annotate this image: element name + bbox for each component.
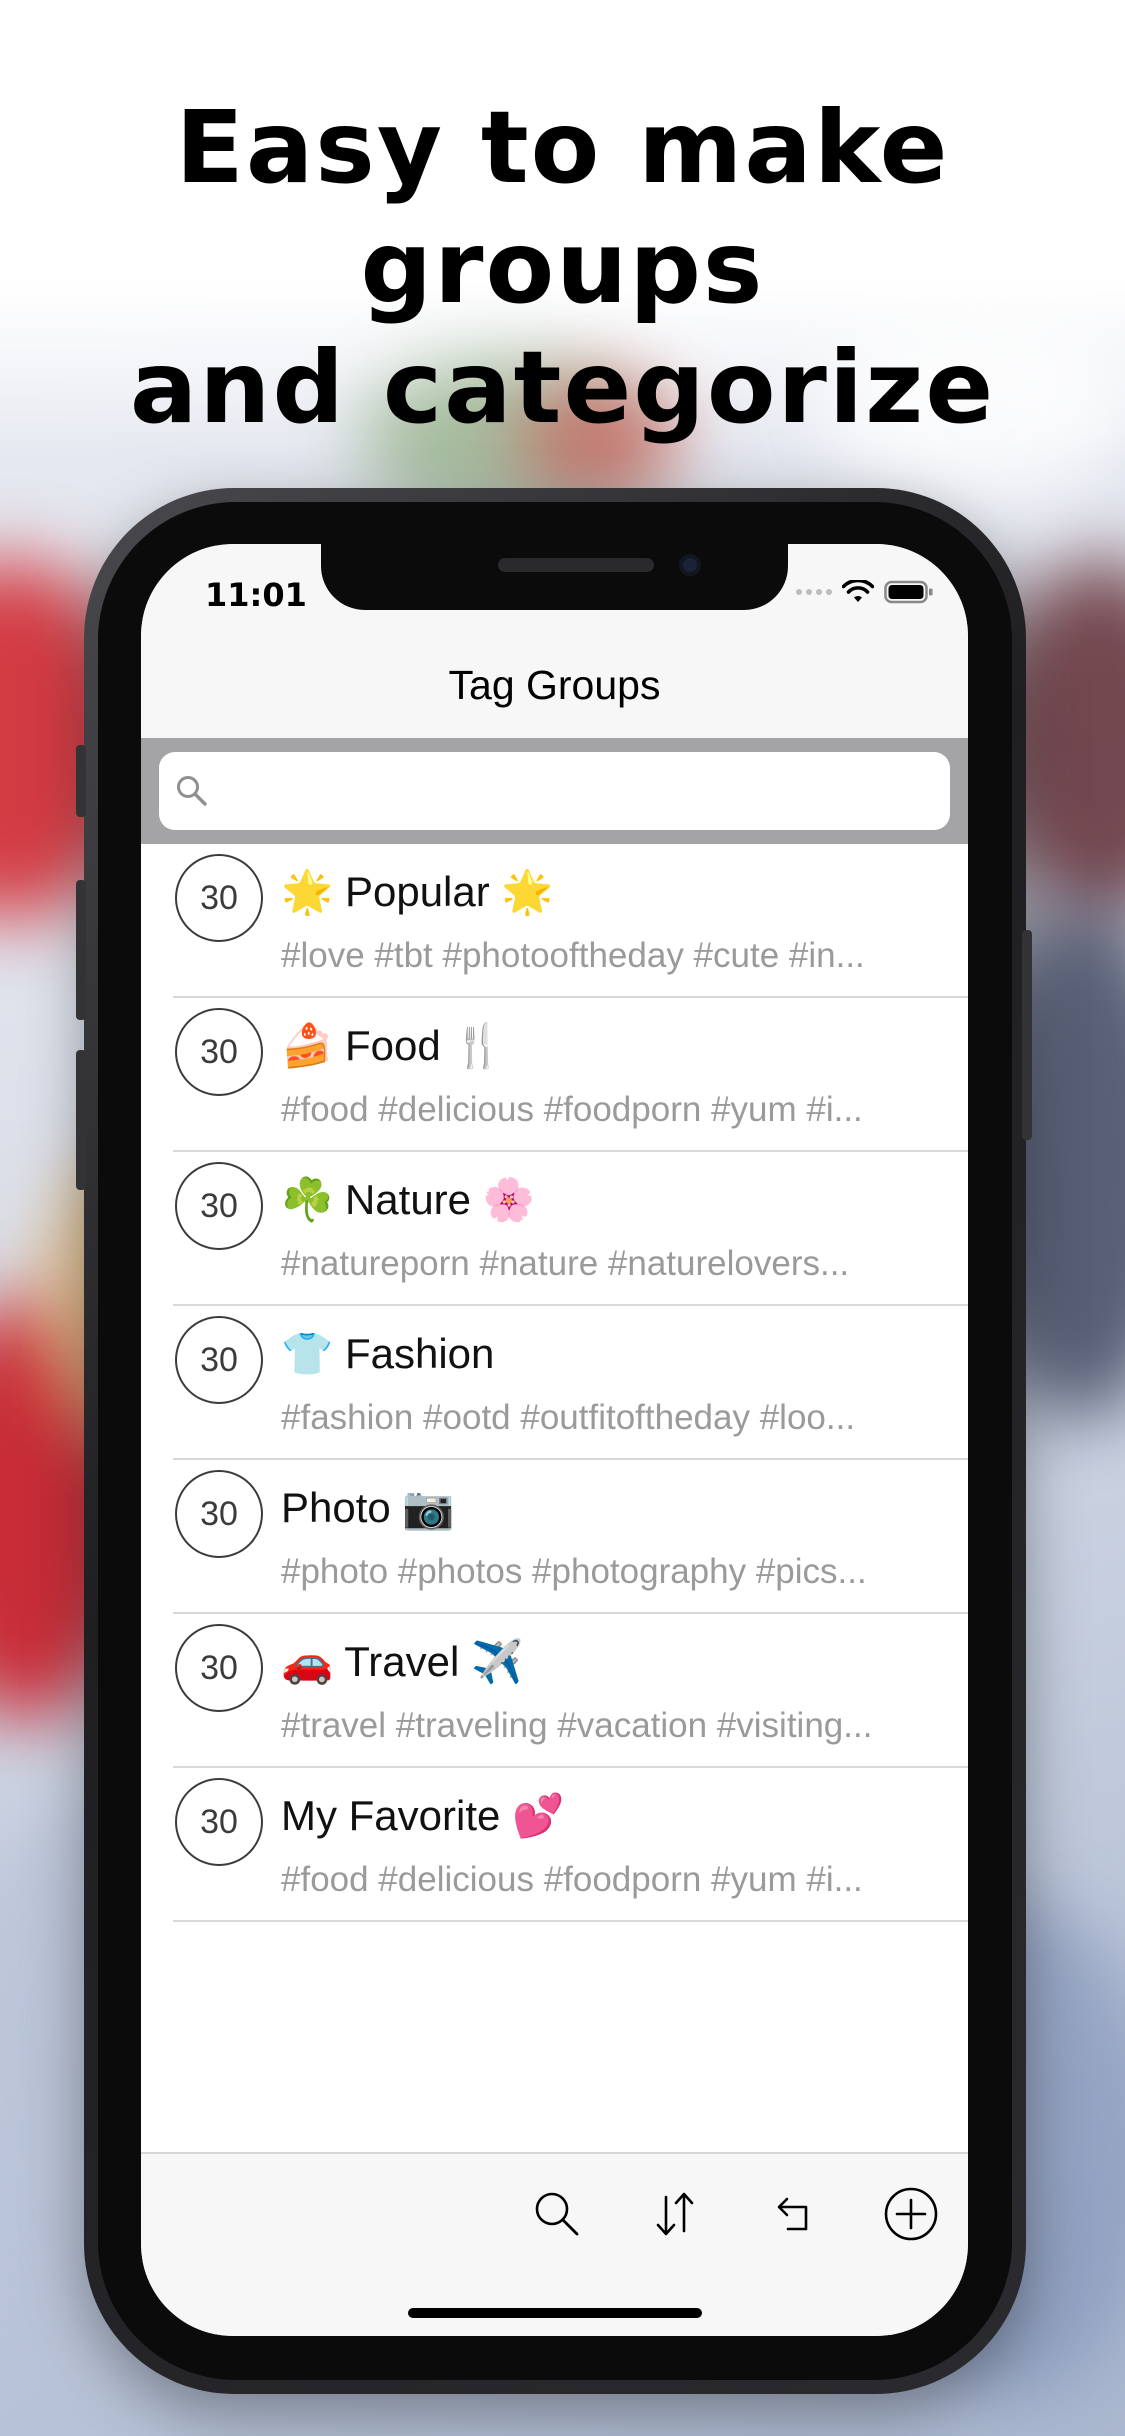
group-title: 👕 Fashion <box>281 1330 495 1377</box>
group-title: Photo 📷 <box>281 1484 455 1531</box>
phone-volume-down <box>76 1050 86 1190</box>
list-item[interactable]: 30 🚗 Travel ✈️ #travel #traveling #vacat… <box>141 1614 968 1768</box>
list-item[interactable]: 30 Photo 📷 #photo #photos #photography #… <box>141 1460 968 1614</box>
magnifier-icon <box>177 776 207 806</box>
group-tags-preview: #fashion #ootd #outfitoftheday #loo... <box>281 1398 856 1437</box>
phone-mute-switch <box>76 745 86 817</box>
add-icon <box>884 2187 938 2241</box>
headline-line-1: Easy to make groups <box>175 89 950 326</box>
phone-power-button <box>1022 930 1032 1140</box>
wifi-icon <box>842 580 874 602</box>
row-divider <box>173 1920 968 1922</box>
search-button[interactable] <box>527 2184 587 2244</box>
tag-count-badge: 30 <box>175 1316 263 1404</box>
group-tags-preview: #food #delicious #foodporn #yum #i... <box>281 1090 863 1129</box>
tag-count-badge: 30 <box>175 1008 263 1096</box>
search-field[interactable] <box>159 752 950 830</box>
group-tags-preview: #food #delicious #foodporn #yum #i... <box>281 1860 863 1899</box>
status-time: 11:01 <box>205 576 307 614</box>
list-item[interactable]: 30 👕 Fashion #fashion #ootd #outfitofthe… <box>141 1306 968 1460</box>
undo-icon <box>777 2197 808 2231</box>
group-tags-preview: #photo #photos #photography #pics... <box>281 1552 867 1591</box>
search-input[interactable] <box>223 752 936 830</box>
add-group-button[interactable] <box>881 2184 941 2244</box>
headline-line-2: and categorize <box>129 329 996 446</box>
tag-count-badge: 30 <box>175 1624 263 1712</box>
sort-button[interactable] <box>645 2184 705 2244</box>
tag-count-badge: 30 <box>175 1778 263 1866</box>
undo-button[interactable] <box>763 2184 823 2244</box>
promo-headline: Easy to make groups and categorize <box>0 88 1125 448</box>
phone-notch <box>321 544 788 610</box>
phone-volume-up <box>76 880 86 1020</box>
home-indicator[interactable] <box>408 2308 702 2318</box>
list-item[interactable]: 30 🍰 Food 🍴 #food #delicious #foodporn #… <box>141 998 968 1152</box>
group-title: 🍰 Food 🍴 <box>281 1022 505 1069</box>
status-icons <box>796 580 934 604</box>
group-title: ☘️ Nature 🌸 <box>281 1176 535 1223</box>
search-bar <box>141 738 968 844</box>
group-title: 🌟 Popular 🌟 <box>281 868 554 915</box>
search-icon <box>535 2192 579 2236</box>
list-item[interactable]: 30 My Favorite 💕 #food #delicious #foodp… <box>141 1768 968 1922</box>
tag-count-badge: 30 <box>175 1162 263 1250</box>
bottom-toolbar <box>141 2152 968 2336</box>
navigation-bar: 11:01 Tag Groups <box>141 544 968 738</box>
battery-icon <box>884 580 933 604</box>
list-item[interactable]: 30 ☘️ Nature 🌸 #natureporn #nature #natu… <box>141 1152 968 1306</box>
group-tags-preview: #love #tbt #photooftheday #cute #in... <box>281 936 865 975</box>
list-item[interactable]: 30 🌟 Popular 🌟 #love #tbt #photooftheday… <box>141 844 968 998</box>
group-tags-preview: #travel #traveling #vacation #visiting..… <box>281 1706 873 1745</box>
signal-dots-icon <box>796 589 832 595</box>
group-title: 🚗 Travel ✈️ <box>281 1638 524 1685</box>
sort-icon <box>656 2192 694 2236</box>
tag-count-badge: 30 <box>175 1470 263 1558</box>
tag-group-list: 30 🌟 Popular 🌟 #love #tbt #photooftheday… <box>141 844 968 1922</box>
tag-count-badge: 30 <box>175 854 263 942</box>
group-title: My Favorite 💕 <box>281 1792 565 1839</box>
page-title: Tag Groups <box>448 662 661 708</box>
group-tags-preview: #natureporn #nature #naturelovers... <box>281 1244 850 1283</box>
phone-screen: 11:01 Tag Groups 30 🌟 Popular 🌟 #love #t… <box>141 544 968 2336</box>
